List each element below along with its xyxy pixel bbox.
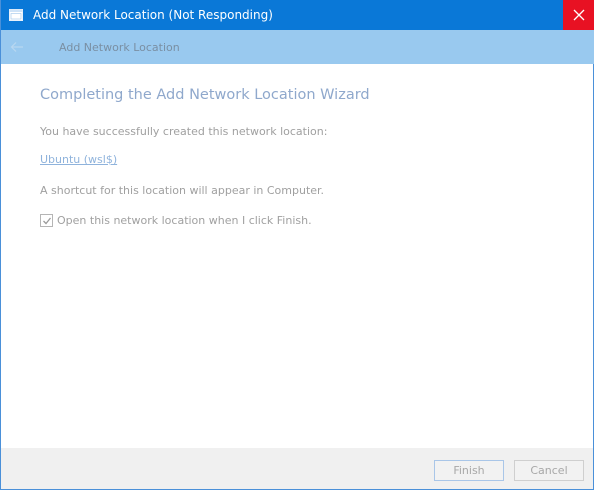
success-message: You have successfully created this netwo… bbox=[40, 125, 328, 138]
wizard-title: Add Network Location bbox=[59, 40, 180, 54]
cancel-button[interactable]: Cancel bbox=[514, 460, 584, 481]
open-location-label: Open this network location when I click … bbox=[57, 214, 312, 227]
wizard-header: Add Network Location bbox=[1, 30, 594, 64]
close-button[interactable] bbox=[563, 0, 594, 30]
shortcut-message: A shortcut for this location will appear… bbox=[40, 184, 325, 197]
title-bar[interactable]: Add Network Location (Not Responding) bbox=[1, 0, 594, 30]
finish-button[interactable]: Finish bbox=[434, 460, 504, 481]
back-arrow-icon bbox=[10, 42, 23, 52]
close-icon bbox=[573, 9, 585, 21]
page-heading: Completing the Add Network Location Wiza… bbox=[40, 87, 370, 103]
wizard-window: Add Network Location (Not Responding) Ad… bbox=[0, 0, 594, 490]
network-location-link[interactable]: Ubuntu (wsl$) bbox=[40, 153, 117, 166]
network-location-icon bbox=[8, 7, 24, 23]
button-bar: Finish Cancel bbox=[1, 448, 593, 489]
window-title: Add Network Location (Not Responding) bbox=[33, 8, 273, 22]
open-location-option[interactable]: Open this network location when I click … bbox=[40, 214, 312, 227]
open-location-checkbox[interactable] bbox=[40, 214, 53, 227]
checkmark-icon bbox=[42, 217, 51, 224]
back-button[interactable] bbox=[9, 39, 25, 55]
